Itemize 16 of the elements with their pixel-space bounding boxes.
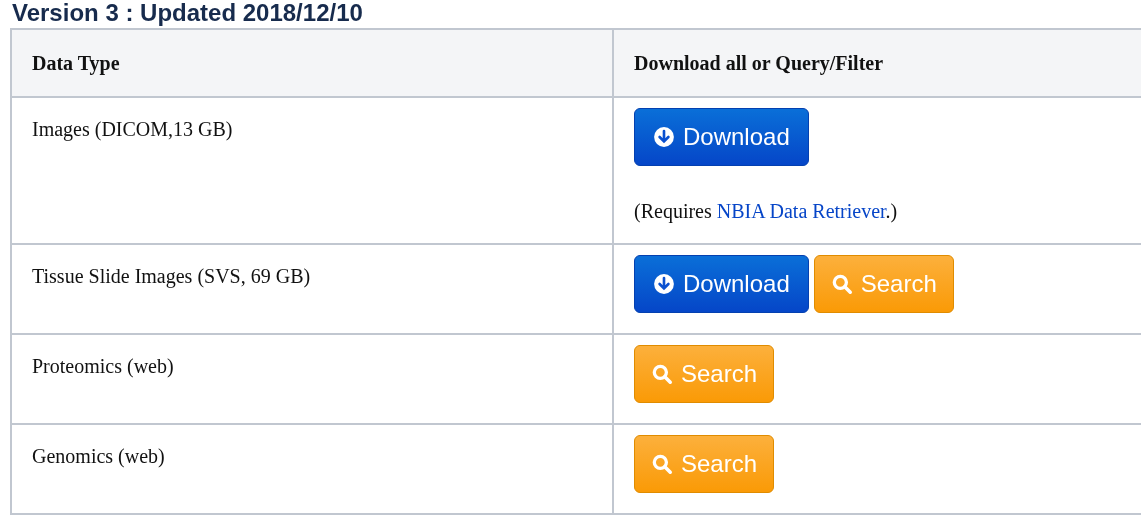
download-icon <box>653 126 675 148</box>
section-heading: Version 3 : Updated 2018/12/10 <box>11 0 364 28</box>
requirement-note: (Requires NBIA Data Retriever.) <box>634 200 899 223</box>
download-button[interactable]: Download <box>634 255 809 313</box>
search-icon <box>830 273 853 295</box>
column-header: Data Type <box>11 29 613 97</box>
search-icon <box>651 363 673 385</box>
data-type-text: Images (DICOM,13 GB) <box>32 118 233 140</box>
download-icon <box>653 273 675 295</box>
retriever-link[interactable]: NBIA Data Retriever <box>716 200 886 222</box>
data-type-text: Proteomics (web) <box>32 355 174 377</box>
search-icon <box>651 453 673 475</box>
data-type-text: Genomics (web) <box>32 445 165 467</box>
column-header: Download all or Query/Filter <box>613 29 1141 97</box>
download-button[interactable]: Download <box>634 108 809 166</box>
data-type-text: Tissue Slide Images (SVS, 69 GB) <box>32 265 311 287</box>
